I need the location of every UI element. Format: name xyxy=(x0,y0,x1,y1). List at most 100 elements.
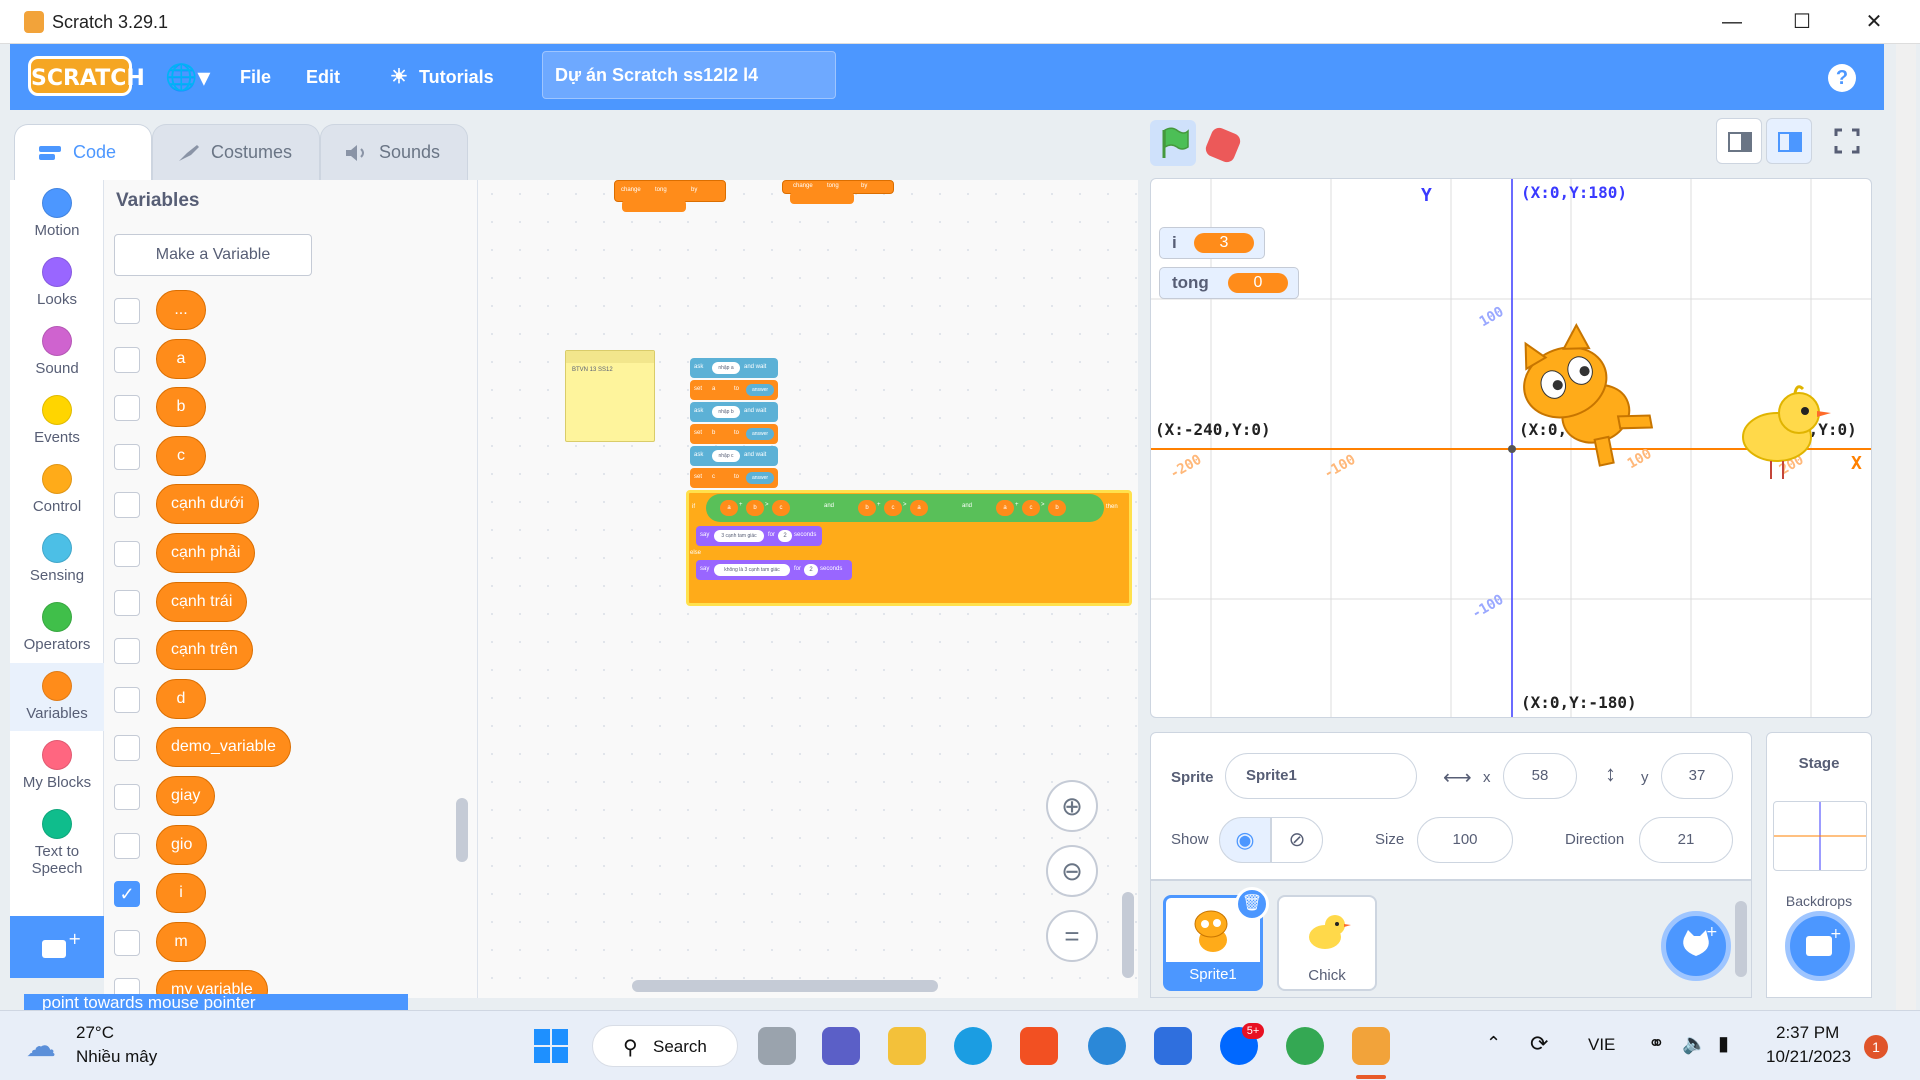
variable-checkbox[interactable] xyxy=(114,541,140,567)
tab-sounds[interactable]: Sounds xyxy=(320,124,468,180)
globe-icon[interactable]: 🌐▾ xyxy=(165,44,210,110)
variable-checkbox[interactable] xyxy=(114,832,140,859)
comment-note[interactable]: BTVN 13 SS12 xyxy=(565,350,655,442)
variable-checkbox[interactable] xyxy=(114,638,140,665)
variable-reporter[interactable]: gio xyxy=(156,824,208,865)
notification-badge[interactable]: 1 xyxy=(1864,1035,1888,1059)
variable-reporter[interactable]: a xyxy=(156,338,206,379)
sprite-tile-chick[interactable]: Chick xyxy=(1277,895,1377,991)
chrome-icon[interactable] xyxy=(1286,1027,1324,1065)
category-looks[interactable]: Looks xyxy=(10,249,104,317)
say-secs[interactable]: 2 xyxy=(804,564,818,576)
answer-reporter[interactable]: answer xyxy=(746,428,774,440)
ask-prompt[interactable]: nhập a xyxy=(712,362,740,374)
normal-stage-button[interactable] xyxy=(1766,118,1812,164)
variable-checkbox[interactable] xyxy=(114,784,140,810)
variable-reporter[interactable]: cạnh trên xyxy=(156,630,253,671)
cat-sprite[interactable] xyxy=(1509,315,1669,475)
battery-icon[interactable]: ▮ xyxy=(1718,1031,1729,1056)
say-text[interactable]: 3 cạnh tam giác xyxy=(714,530,764,542)
monitor-i[interactable]: i 3 xyxy=(1159,227,1265,259)
variable-reporter[interactable]: cạnh dưới xyxy=(156,484,259,525)
size-input[interactable]: 100 xyxy=(1417,817,1513,863)
category-control[interactable]: Control xyxy=(10,456,104,524)
zoom-out-button[interactable]: ⊖ xyxy=(1046,845,1098,897)
and-condition[interactable] xyxy=(706,494,1104,522)
file-explorer-icon[interactable] xyxy=(888,1027,926,1065)
help-icon[interactable]: ? xyxy=(1828,64,1856,92)
variable-checkbox[interactable] xyxy=(114,589,140,616)
chevron-up-icon[interactable]: ⌃ xyxy=(1486,1033,1501,1054)
variable-checkbox[interactable] xyxy=(114,929,140,956)
make-variable-button[interactable]: Make a Variable xyxy=(114,234,312,276)
category-variables[interactable]: Variables xyxy=(10,663,104,731)
myhp-icon[interactable] xyxy=(1154,1027,1192,1065)
variable-checkbox[interactable] xyxy=(114,443,140,470)
zoom-reset-button[interactable]: = xyxy=(1046,910,1098,962)
say-secs[interactable]: 2 xyxy=(778,530,792,542)
green-flag-button[interactable] xyxy=(1150,120,1196,166)
change-block-1[interactable]: change tong by xyxy=(614,180,726,202)
edge-icon[interactable] xyxy=(954,1027,992,1065)
variable-reporter[interactable]: cạnh phải xyxy=(156,533,256,573)
y-input[interactable]: 37 xyxy=(1661,753,1733,799)
variable-checkbox[interactable] xyxy=(114,686,140,713)
microsoft-store-icon[interactable] xyxy=(1020,1027,1058,1065)
variable-checkbox[interactable] xyxy=(114,492,140,519)
taskbar-search[interactable]: ⚲ Search xyxy=(592,1025,738,1067)
tab-costumes[interactable]: Costumes xyxy=(152,124,320,180)
variable-checkbox[interactable] xyxy=(114,735,140,762)
windows-start-icon[interactable] xyxy=(532,1027,570,1065)
language-indicator[interactable]: VIE xyxy=(1588,1035,1615,1055)
zoom-in-button[interactable]: ⊕ xyxy=(1046,780,1098,832)
task-view-icon[interactable] xyxy=(758,1027,796,1065)
ask-prompt[interactable]: nhập c xyxy=(712,450,740,462)
direction-input[interactable]: 21 xyxy=(1639,817,1733,863)
stage-target-pane[interactable]: Stage Backdrops + xyxy=(1766,732,1872,998)
monitor-tong[interactable]: tong 0 xyxy=(1159,267,1299,299)
variable-reporter[interactable]: demo_variable xyxy=(156,727,291,768)
minimize-button[interactable]: — xyxy=(1712,8,1752,36)
weather-temp[interactable]: 27°C xyxy=(76,1023,114,1043)
wifi-icon[interactable]: ⚭ xyxy=(1648,1031,1665,1056)
close-window-button[interactable]: ✕ xyxy=(1854,8,1894,36)
sprite-name-input[interactable]: Sprite1 xyxy=(1225,753,1417,799)
teams-icon[interactable] xyxy=(822,1027,860,1065)
answer-reporter[interactable]: answer xyxy=(746,384,774,396)
ask-prompt[interactable]: nhập b xyxy=(712,406,740,418)
scratch-taskbar-icon[interactable] xyxy=(1352,1027,1390,1065)
choose-backdrop-button[interactable]: + xyxy=(1785,911,1855,981)
delete-sprite-icon[interactable]: 🗑 xyxy=(1235,887,1269,921)
answer-reporter[interactable]: answer xyxy=(746,472,774,484)
category-motion[interactable]: Motion xyxy=(10,180,104,248)
code-h-scrollbar[interactable] xyxy=(632,980,938,992)
tutorials-menu[interactable]: ☀ Tutorials xyxy=(390,44,494,110)
category-sound[interactable]: Sound xyxy=(10,318,104,386)
say-text[interactable]: không là 3 cạnh tam giác xyxy=(714,564,790,576)
category-text-to-speech[interactable]: Text to Speech xyxy=(10,801,104,877)
show-hidden-button[interactable]: ⊘ xyxy=(1271,817,1323,863)
variable-reporter[interactable]: b xyxy=(156,387,206,428)
chick-sprite[interactable] xyxy=(1731,375,1841,485)
small-stage-button[interactable] xyxy=(1716,118,1762,164)
palette-scrollbar[interactable] xyxy=(456,798,468,862)
variable-checkbox[interactable]: ✓ xyxy=(114,881,140,908)
choose-sprite-button[interactable]: + xyxy=(1661,911,1731,981)
fullscreen-button[interactable] xyxy=(1824,118,1870,164)
code-v-scrollbar[interactable] xyxy=(1122,892,1134,978)
show-visible-button[interactable]: ◉ xyxy=(1219,817,1271,863)
stop-button[interactable] xyxy=(1203,125,1243,165)
variable-reporter[interactable]: giay xyxy=(156,776,216,816)
variable-checkbox[interactable] xyxy=(114,346,140,373)
sync-icon[interactable]: ⟳ xyxy=(1530,1031,1548,1057)
variable-reporter[interactable]: d xyxy=(156,678,206,719)
category-sensing[interactable]: Sensing xyxy=(10,525,104,593)
stage-canvas[interactable]: Y (X:0,Y:180) (X:-240,Y:0) (X:0,Y:0) 0,Y… xyxy=(1150,178,1872,718)
sprite-list-scrollbar[interactable] xyxy=(1735,901,1747,977)
maximize-button[interactable]: ☐ xyxy=(1782,8,1822,36)
help-app-icon[interactable] xyxy=(1088,1027,1126,1065)
window-scrollbar[interactable] xyxy=(1896,44,1916,1010)
volume-icon[interactable]: 🔈 xyxy=(1682,1031,1707,1056)
tab-code[interactable]: Code xyxy=(14,124,152,180)
variable-reporter[interactable]: c xyxy=(156,435,206,476)
